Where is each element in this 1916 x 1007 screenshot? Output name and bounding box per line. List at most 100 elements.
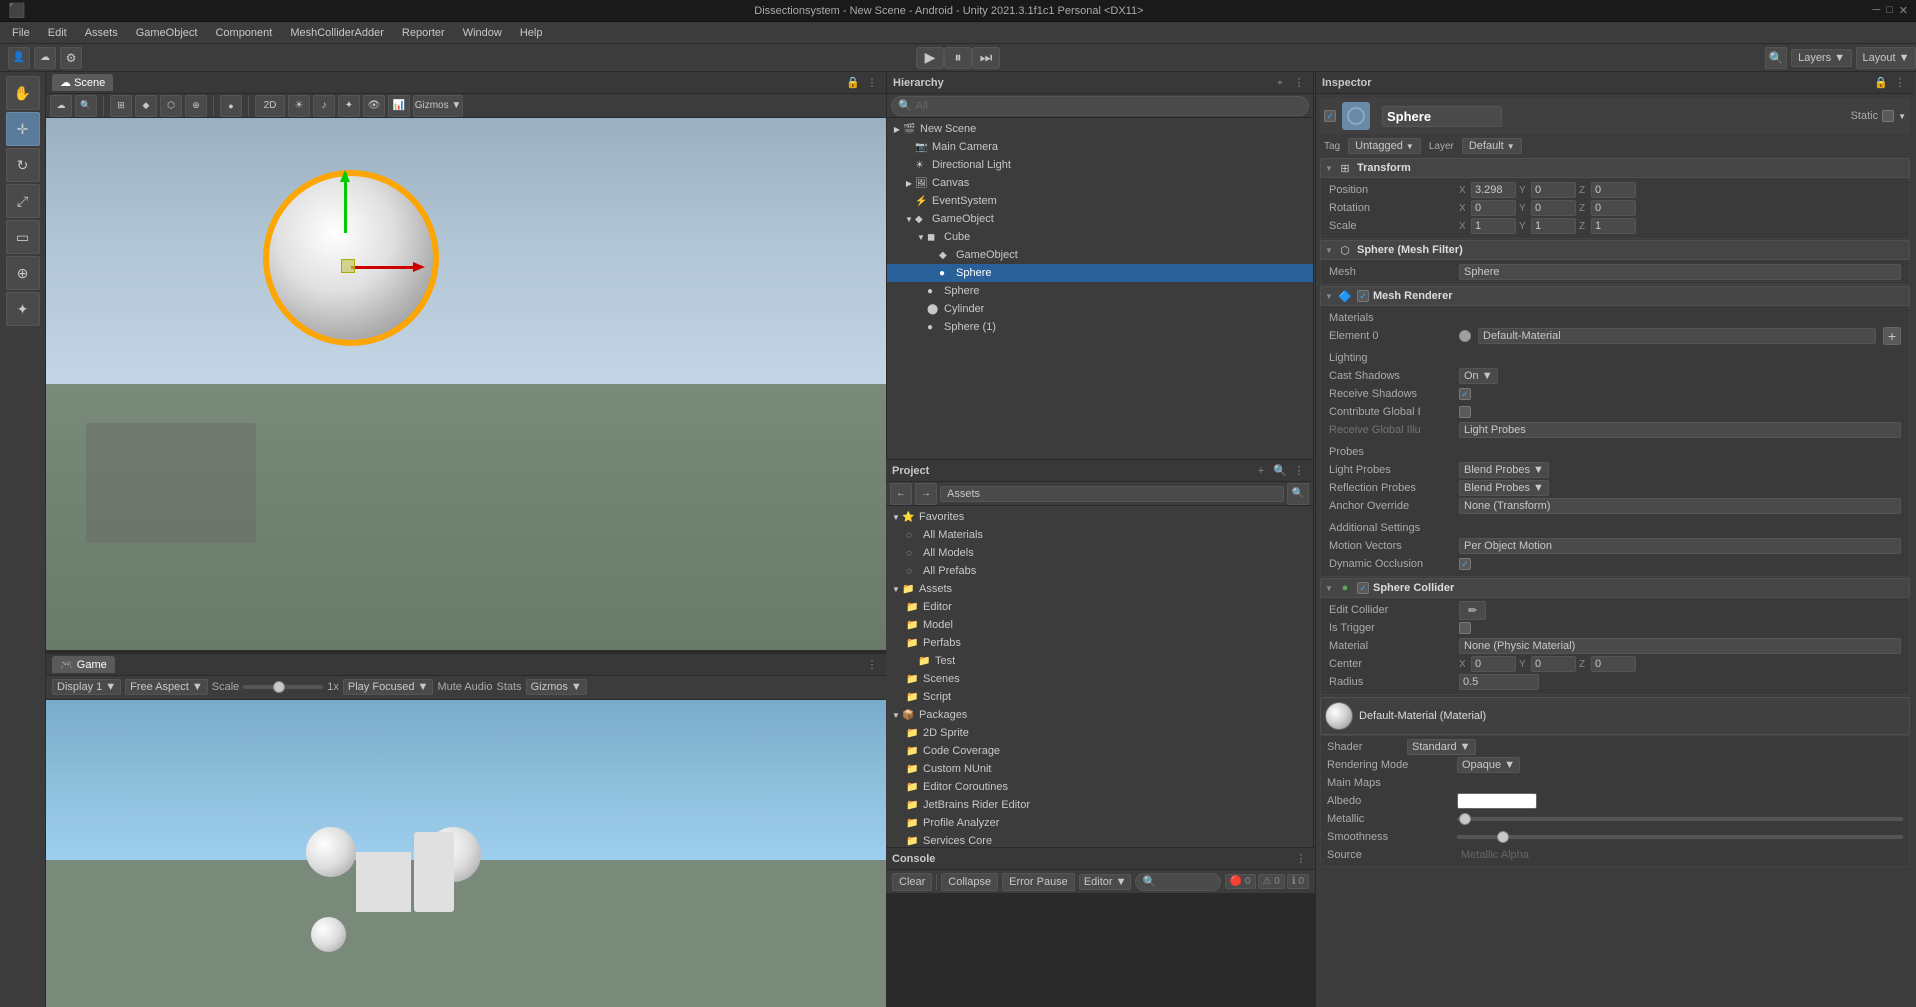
hier-new-scene[interactable]: ▶ 🎬 New Scene [887, 120, 1313, 138]
rotation-x-input[interactable] [1471, 200, 1516, 216]
mesh-renderer-header[interactable]: ▼ 🔷 Mesh Renderer [1320, 286, 1910, 306]
scene-pivot-btn[interactable]: ⊕ [185, 95, 207, 117]
center-z-input[interactable] [1591, 656, 1636, 672]
console-tab[interactable]: Console [892, 853, 935, 865]
play-focused-dropdown[interactable]: Play Focused▼ [343, 679, 434, 695]
anchor-override-value[interactable]: None (Transform) [1459, 498, 1901, 514]
proj-all-models[interactable]: ◌ All Models [886, 544, 1313, 562]
search-global-btn[interactable]: 🔍 [1765, 47, 1787, 69]
add-material-btn[interactable]: + [1883, 327, 1901, 345]
scale-thumb[interactable] [273, 681, 285, 693]
hierarchy-add-icon[interactable]: + [1272, 75, 1288, 91]
shader-dropdown[interactable]: Standard ▼ [1407, 739, 1476, 755]
menu-gameobject[interactable]: GameObject [128, 25, 206, 41]
proj-assets[interactable]: ▼ 📁 Assets [886, 580, 1313, 598]
center-y-input[interactable] [1531, 656, 1576, 672]
scene-canvas[interactable] [46, 118, 886, 650]
menu-help[interactable]: Help [512, 25, 551, 41]
play-button[interactable]: ▶ [916, 47, 944, 69]
object-active-checkbox[interactable] [1324, 110, 1336, 122]
static-checkbox[interactable] [1882, 110, 1894, 122]
cast-shadows-dropdown[interactable]: On ▼ [1459, 368, 1498, 384]
menu-meshcollideradder[interactable]: MeshColliderAdder [282, 25, 392, 41]
custom-tool[interactable]: ✦ [6, 292, 40, 326]
layer-dropdown[interactable]: Default ▼ [1462, 138, 1522, 154]
scene-grid-btn[interactable]: ⊞ [110, 95, 132, 117]
game-display-dropdown[interactable]: Display 1▼ [52, 679, 121, 695]
game-gizmos-dropdown[interactable]: Gizmos▼ [526, 679, 587, 695]
radius-input[interactable] [1459, 674, 1539, 690]
hier-directional-light[interactable]: ☀ Directional Light [887, 156, 1313, 174]
position-x-input[interactable] [1471, 182, 1516, 198]
project-more-icon[interactable]: ⋮ [1291, 463, 1307, 479]
close-btn[interactable]: ✕ [1899, 4, 1908, 17]
console-more-icon[interactable]: ⋮ [1293, 851, 1309, 867]
proj-script[interactable]: 📁 Scenes [886, 670, 1313, 688]
project-forward-btn[interactable]: → [915, 483, 937, 505]
light-probes-dropdown[interactable]: Blend Probes ▼ [1459, 462, 1549, 478]
layers-dropdown[interactable]: Layers ▼ [1791, 49, 1852, 67]
game-mute-btn[interactable]: Mute Audio [437, 681, 492, 693]
proj-all-materials[interactable]: ◌ All Materials [886, 526, 1313, 544]
collider-material-value[interactable]: None (Physic Material) [1459, 638, 1901, 654]
menu-component[interactable]: Component [207, 25, 280, 41]
proj-editor[interactable]: 📁 Editor [886, 598, 1313, 616]
smoothness-thumb[interactable] [1497, 831, 1509, 843]
static-arrow[interactable]: ▼ [1898, 112, 1906, 121]
project-path-bar[interactable]: Assets [940, 486, 1284, 502]
position-y-input[interactable] [1531, 182, 1576, 198]
hier-sphere3[interactable]: ● Sphere (1) [887, 318, 1313, 336]
scale-tool[interactable]: ⤢ [6, 184, 40, 218]
meshrenderer-enable-cb[interactable] [1357, 290, 1369, 302]
proj-services-core[interactable]: 📁 Services Core [886, 832, 1313, 847]
hier-canvas[interactable]: ▶ 🖼 Canvas [887, 174, 1313, 192]
gameobject-arrow[interactable]: ▼ [903, 215, 915, 224]
hier-cylinder[interactable]: ⬤ Cylinder [887, 300, 1313, 318]
hier-gameobject-parent[interactable]: ▼ ◆ GameObject [887, 210, 1313, 228]
menu-reporter[interactable]: Reporter [394, 25, 453, 41]
metallic-slider[interactable] [1457, 817, 1903, 821]
rect-tool[interactable]: ▭ [6, 220, 40, 254]
proj-all-prefabs[interactable]: ◌ All Prefabs [886, 562, 1313, 580]
game-tab[interactable]: 🎮 Game [52, 656, 115, 673]
hierarchy-tab[interactable]: Hierarchy [893, 77, 944, 89]
pause-button[interactable]: ⏸ [944, 47, 972, 69]
canvas-arrow[interactable]: ▶ [903, 179, 915, 188]
scene-gizmos-toggle[interactable]: Gizmos ▼ [413, 95, 463, 117]
mesh-filter-header[interactable]: ▼ ⬡ Sphere (Mesh Filter) [1320, 240, 1910, 260]
game-scale-slider[interactable] [243, 685, 323, 689]
scene-more-icon[interactable]: ⋮ [864, 75, 880, 91]
hier-eventsystem[interactable]: ⚡ EventSystem [887, 192, 1313, 210]
game-more-icon[interactable]: ⋮ [864, 656, 880, 672]
transform-tool[interactable]: ⊕ [6, 256, 40, 290]
cube-arrow[interactable]: ▼ [915, 233, 927, 242]
console-clear-btn[interactable]: Clear [892, 873, 932, 891]
move-tool[interactable]: ✛ [6, 112, 40, 146]
menu-edit[interactable]: Edit [40, 25, 75, 41]
scene-audio-btn[interactable]: ♪ [313, 95, 335, 117]
inspector-tab[interactable]: Inspector [1322, 77, 1372, 89]
scene-tool-2[interactable]: 🔍 [75, 95, 97, 117]
receive-shadows-cb[interactable] [1459, 388, 1471, 400]
material-swatch[interactable]: Default-Material (Material) [1320, 697, 1910, 735]
hier-cube[interactable]: ▼ ◼ Cube [887, 228, 1313, 246]
project-tab[interactable]: Project [892, 465, 929, 477]
scene-light-btn[interactable]: ☀ [288, 95, 310, 117]
is-trigger-cb[interactable] [1459, 622, 1471, 634]
project-back-btn[interactable]: ← [890, 483, 912, 505]
metallic-thumb[interactable] [1459, 813, 1471, 825]
contribute-gi-cb[interactable] [1459, 406, 1471, 418]
receive-gi-value[interactable]: Light Probes [1459, 422, 1901, 438]
project-search-btn[interactable]: 🔍 [1287, 483, 1309, 505]
inspector-more-icon[interactable]: ⋮ [1892, 75, 1908, 91]
rotation-z-input[interactable] [1591, 200, 1636, 216]
proj-editor-coroutines[interactable]: 📁 Editor Coroutines [886, 778, 1313, 796]
proj-2d-sprite[interactable]: 📁 2D Sprite [886, 724, 1313, 742]
console-collapse-btn[interactable]: Collapse [941, 873, 998, 891]
scene-tab[interactable]: ☁ Scene [52, 74, 113, 91]
console-editor-dropdown[interactable]: Editor ▼ [1079, 874, 1132, 890]
mesh-value[interactable]: Sphere [1459, 264, 1901, 280]
hier-sphere2[interactable]: ● Sphere [887, 282, 1313, 300]
proj-packages[interactable]: ▼ 📦 Packages [886, 706, 1313, 724]
smoothness-slider[interactable] [1457, 835, 1903, 839]
